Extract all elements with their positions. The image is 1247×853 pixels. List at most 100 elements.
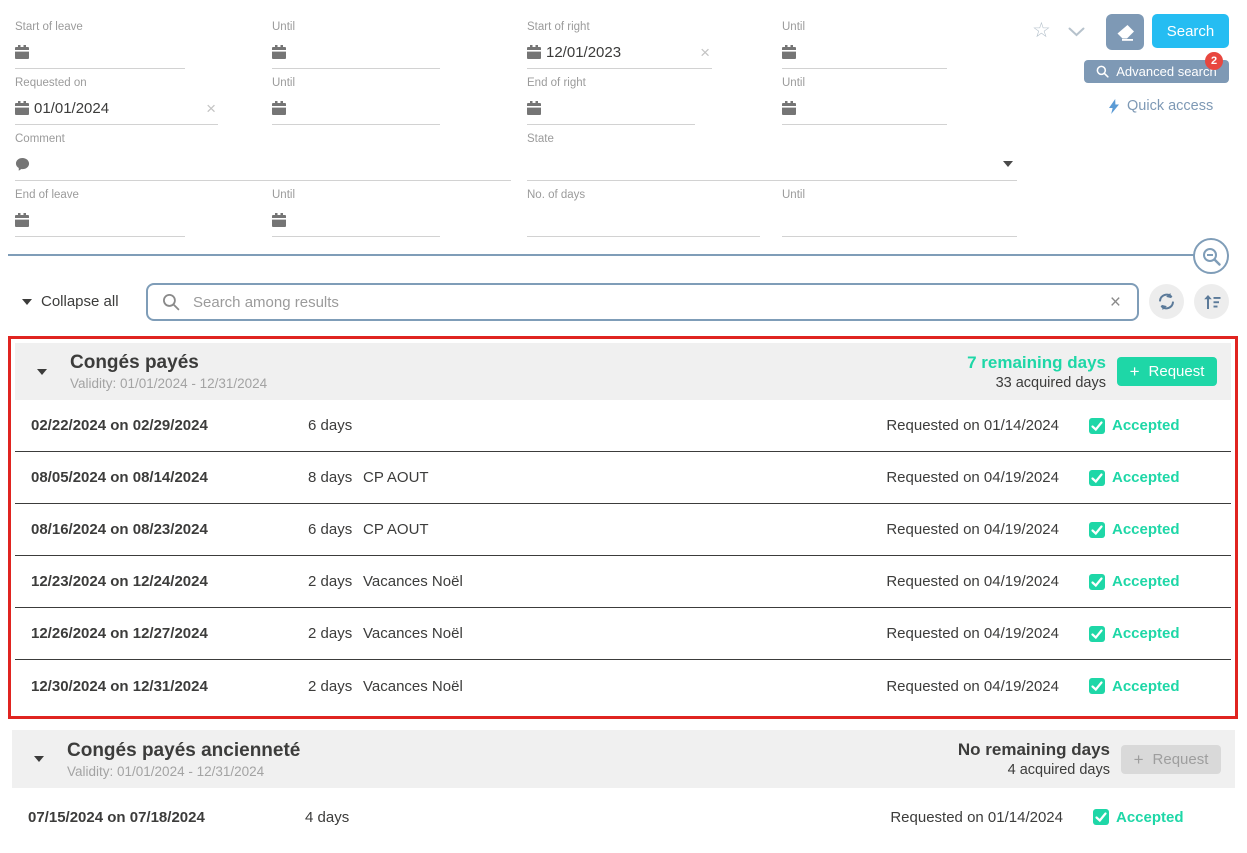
field-label: Until: [272, 76, 440, 90]
comment-input[interactable]: [15, 151, 511, 177]
leave-dates: 12/30/2024 on 12/31/2024: [31, 678, 308, 695]
field-label: End of right: [527, 76, 695, 90]
favorite-star-icon[interactable]: ☆: [1032, 18, 1051, 43]
until-input[interactable]: [272, 95, 440, 121]
leave-row[interactable]: 12/30/2024 on 12/31/2024 2 days Vacances…: [15, 660, 1231, 712]
leave-row[interactable]: 12/23/2024 on 12/24/2024 2 days Vacances…: [15, 556, 1231, 608]
status-label: Accepted: [1112, 573, 1180, 590]
check-icon: [1093, 809, 1109, 825]
until-input[interactable]: [272, 39, 440, 65]
results-search-input[interactable]: [191, 293, 1099, 312]
search-button[interactable]: Search: [1152, 14, 1229, 48]
state-select[interactable]: [527, 151, 1017, 177]
field-label: No. of days: [527, 188, 760, 202]
clear-search-icon[interactable]: ×: [1110, 294, 1123, 311]
lightning-icon: [1108, 99, 1120, 114]
chevron-down-icon[interactable]: [1068, 27, 1085, 37]
group-title: Congés payés ancienneté: [67, 740, 300, 761]
quick-access-link[interactable]: Quick access: [1108, 98, 1213, 114]
collapse-all-toggle[interactable]: Collapse all: [22, 293, 119, 310]
group-header[interactable]: Congés payés Validity: 01/01/2024 - 12/3…: [15, 343, 1231, 400]
request-label: Request: [1153, 751, 1209, 768]
calendar-icon: [15, 45, 29, 60]
leave-dates: 08/05/2024 on 08/14/2024: [31, 469, 308, 486]
filter-state: State: [527, 132, 1017, 181]
status-label: Accepted: [1112, 625, 1180, 642]
leave-row[interactable]: 08/16/2024 on 08/23/2024 6 days CP AOUT …: [15, 504, 1231, 556]
request-leave-button-disabled: + Request: [1121, 745, 1221, 774]
collapse-group-icon[interactable]: [37, 369, 47, 375]
leave-dates: 07/15/2024 on 07/18/2024: [28, 809, 305, 826]
field-label: Until: [272, 188, 440, 202]
leave-label: Vacances Noël: [363, 573, 886, 590]
calendar-icon: [782, 101, 796, 116]
clear-filters-button[interactable]: [1106, 14, 1144, 50]
calendar-icon: [15, 101, 29, 116]
leave-requested-on: Requested on 01/14/2024: [886, 417, 1059, 434]
start-of-leave-input[interactable]: [15, 39, 185, 65]
leave-days: 8 days: [308, 469, 363, 486]
field-label: Until: [782, 20, 947, 34]
results-search-box: ×: [146, 283, 1139, 321]
sort-button[interactable]: [1194, 284, 1229, 319]
no-of-days-input[interactable]: [527, 207, 760, 233]
until-input[interactable]: [272, 207, 440, 233]
start-of-right-input[interactable]: 12/01/2023 ×: [527, 39, 712, 65]
status-badge: Accepted: [1089, 521, 1201, 538]
leave-label: Vacances Noël: [363, 625, 886, 642]
clear-field-icon[interactable]: ×: [700, 44, 712, 61]
collapse-group-icon[interactable]: [34, 756, 44, 762]
leave-dates: 12/23/2024 on 12/24/2024: [31, 573, 308, 590]
calendar-icon: [272, 213, 286, 228]
quick-access-label: Quick access: [1127, 98, 1213, 114]
leave-row[interactable]: 02/22/2024 on 02/29/2024 6 days Requeste…: [15, 400, 1231, 452]
collapse-all-label: Collapse all: [41, 293, 119, 310]
plus-icon: +: [1130, 363, 1140, 380]
remaining-days: No remaining days: [958, 740, 1110, 760]
remaining-days: 7 remaining days: [967, 353, 1106, 373]
leave-dates: 08/16/2024 on 08/23/2024: [31, 521, 308, 538]
group-header[interactable]: Congés payés ancienneté Validity: 01/01/…: [12, 730, 1235, 788]
caret-down-icon: [22, 299, 32, 305]
until-input[interactable]: [782, 39, 947, 65]
filter-panel-divider: [8, 254, 1200, 256]
status-badge: Accepted: [1089, 678, 1201, 695]
group-title: Congés payés: [70, 352, 199, 373]
calendar-icon: [782, 45, 796, 60]
clear-field-icon[interactable]: ×: [206, 100, 218, 117]
status-badge: Accepted: [1093, 809, 1205, 826]
eraser-icon: [1116, 24, 1135, 41]
status-label: Accepted: [1112, 521, 1180, 538]
filter-no-of-days: No. of days: [527, 188, 760, 237]
check-icon: [1089, 470, 1105, 486]
leave-group-conges-payes: Congés payés Validity: 01/01/2024 - 12/3…: [8, 336, 1238, 719]
requested-on-input[interactable]: 01/01/2024 ×: [15, 95, 218, 121]
leave-row[interactable]: 08/05/2024 on 08/14/2024 8 days CP AOUT …: [15, 452, 1231, 504]
filter-until-right-end: Until: [782, 76, 947, 125]
check-icon: [1089, 626, 1105, 642]
leave-days: 2 days: [308, 625, 363, 642]
group-validity: Validity: 01/01/2024 - 12/31/2024: [67, 764, 300, 779]
chevron-down-icon: [1003, 161, 1013, 167]
request-leave-button[interactable]: + Request: [1117, 357, 1217, 386]
status-label: Accepted: [1116, 809, 1184, 826]
field-label: Until: [782, 188, 1017, 202]
collapse-search-panel-button[interactable]: [1193, 238, 1229, 274]
refresh-button[interactable]: [1149, 284, 1184, 319]
until-input[interactable]: [782, 207, 1017, 233]
status-label: Accepted: [1112, 678, 1180, 695]
end-of-leave-input[interactable]: [15, 207, 185, 233]
group-validity: Validity: 01/01/2024 - 12/31/2024: [70, 376, 267, 391]
filter-until-leave-end: Until: [272, 188, 440, 237]
leave-label: CP AOUT: [363, 521, 886, 538]
field-label: Requested on: [15, 76, 218, 90]
leave-row[interactable]: 07/15/2024 on 07/18/2024 4 days Requeste…: [12, 788, 1235, 846]
search-icon: [162, 293, 180, 311]
leave-label: CP AOUT: [363, 469, 886, 486]
calendar-icon: [527, 45, 541, 60]
leave-row[interactable]: 12/26/2024 on 12/27/2024 2 days Vacances…: [15, 608, 1231, 660]
leave-requested-on: Requested on 04/19/2024: [886, 573, 1059, 590]
until-input[interactable]: [782, 95, 947, 121]
calendar-icon: [15, 213, 29, 228]
end-of-right-input[interactable]: [527, 95, 695, 121]
